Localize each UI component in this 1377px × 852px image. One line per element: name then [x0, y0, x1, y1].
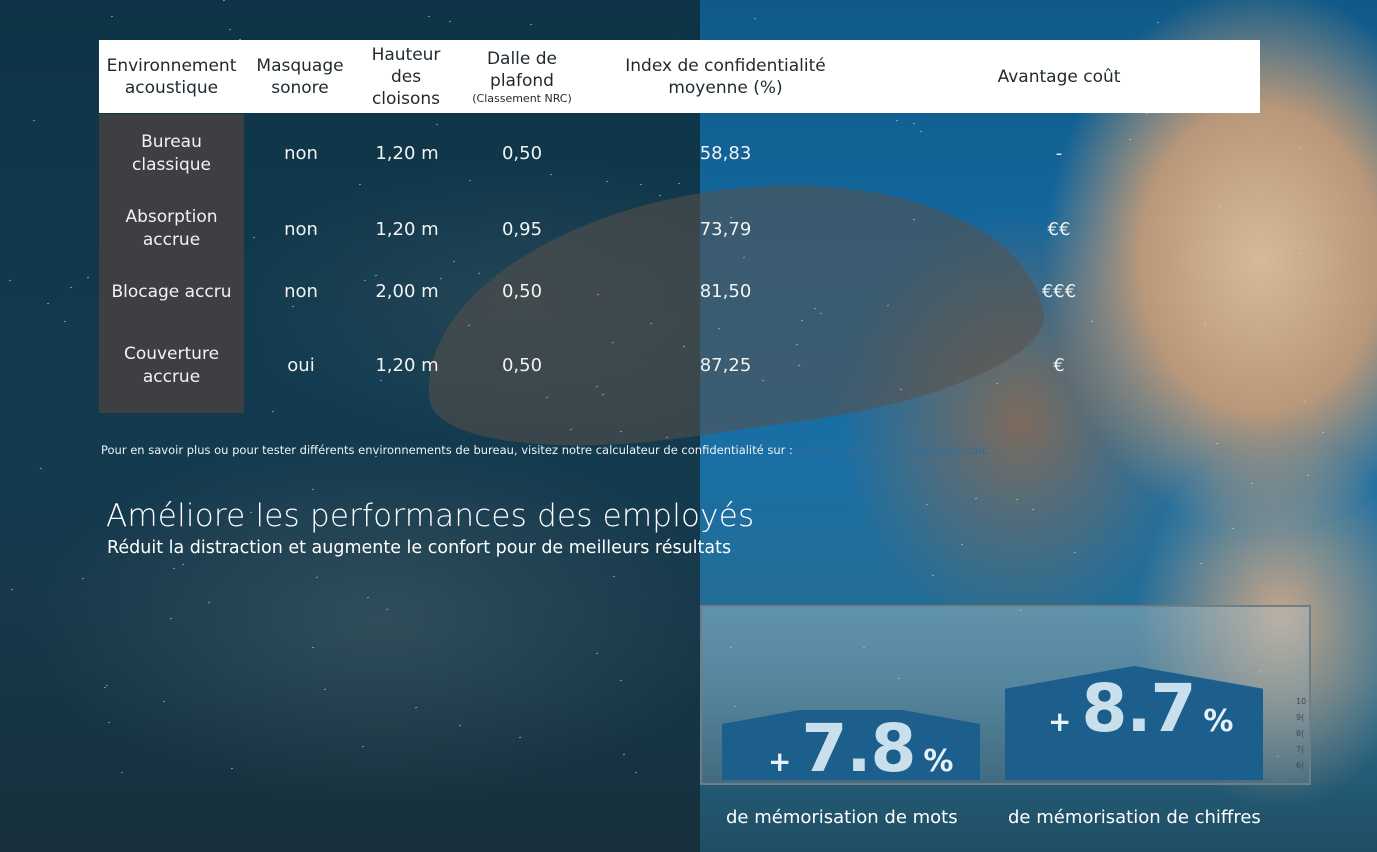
header-ceiling-tile: Dalle de plafond (Classement NRC) — [456, 40, 588, 113]
note-text: Pour en savoir plus ou pour tester diffé… — [101, 443, 793, 457]
table-cell: 0,50 — [501, 142, 543, 164]
row-label-coverage: Couverture accrue — [123, 344, 220, 387]
word-memory-stat: + 7.8 % — [768, 710, 953, 787]
calculator-note: Pour en savoir plus ou pour tester diffé… — [101, 443, 988, 457]
header-masking: Masquage sonore — [256, 55, 344, 98]
table-cell: non — [284, 280, 318, 302]
axis-tick: 6( — [1296, 761, 1305, 770]
table-cell: 81,50 — [699, 280, 752, 302]
table-cell: 1,20 m — [375, 218, 439, 240]
stat-value: 8.7 — [1081, 670, 1196, 747]
calculator-link[interactable]: ...com/...arm/speech-privacy-calc — [797, 443, 988, 457]
header-ceiling-sub: (Classement NRC) — [472, 92, 572, 105]
table-cell: oui — [287, 354, 315, 376]
header-cost-advantage: Avantage coût — [997, 66, 1121, 87]
table-cell: 1,20 m — [375, 354, 439, 376]
stat-value: 7.8 — [801, 710, 916, 787]
table-cell: € — [1053, 354, 1065, 376]
header-partition-height: Hauteur des cloisons — [371, 44, 441, 109]
table-cell: 0,95 — [501, 218, 543, 240]
header-environment: Environnement acoustique — [106, 55, 237, 98]
table-header: Environnement acoustique Masquage sonore… — [99, 40, 1260, 113]
table-cell: 87,25 — [699, 354, 752, 376]
table-cell: 58,83 — [699, 142, 752, 164]
section-title: Améliore les performances des employés — [106, 498, 755, 534]
plus-sign: + — [768, 745, 792, 778]
plus-sign: + — [1048, 705, 1072, 738]
axis-ticks: 10 9( 8( 7( 6( — [1296, 694, 1310, 774]
table-cell: 0,50 — [501, 354, 543, 376]
table-cell: 73,79 — [699, 218, 752, 240]
axis-tick: 9( — [1296, 713, 1305, 722]
word-memory-caption: de mémorisation de mots — [726, 807, 958, 828]
percent-sign: % — [1203, 704, 1234, 739]
number-memory-stat: + 8.7 % — [1048, 670, 1233, 747]
row-label-blocking: Blocage accru — [111, 281, 232, 302]
section-subtitle: Réduit la distraction et augmente le con… — [107, 538, 732, 558]
row-label-classic-office: Bureau classique — [132, 132, 211, 175]
axis-tick: 8( — [1296, 729, 1305, 738]
table-cell: - — [1055, 142, 1063, 164]
table-cell: 0,50 — [501, 280, 543, 302]
axis-tick: 7( — [1296, 745, 1305, 754]
table-cell: 2,00 m — [375, 280, 439, 302]
number-memory-caption: de mémorisation de chiffres — [1008, 807, 1261, 828]
row-label-absorption: Absorption accrue — [125, 207, 218, 250]
table-cell: €€€ — [1041, 280, 1077, 302]
table-cell: non — [284, 142, 318, 164]
table-cell: 1,20 m — [375, 142, 439, 164]
percent-sign: % — [923, 744, 954, 779]
table-cell: non — [284, 218, 318, 240]
axis-tick: 10 — [1296, 697, 1307, 706]
header-privacy-index: Index de confidentialité moyenne (%) — [625, 55, 826, 98]
header-ceiling-label: Dalle de plafond — [486, 49, 558, 91]
table-cell: €€ — [1047, 218, 1071, 240]
